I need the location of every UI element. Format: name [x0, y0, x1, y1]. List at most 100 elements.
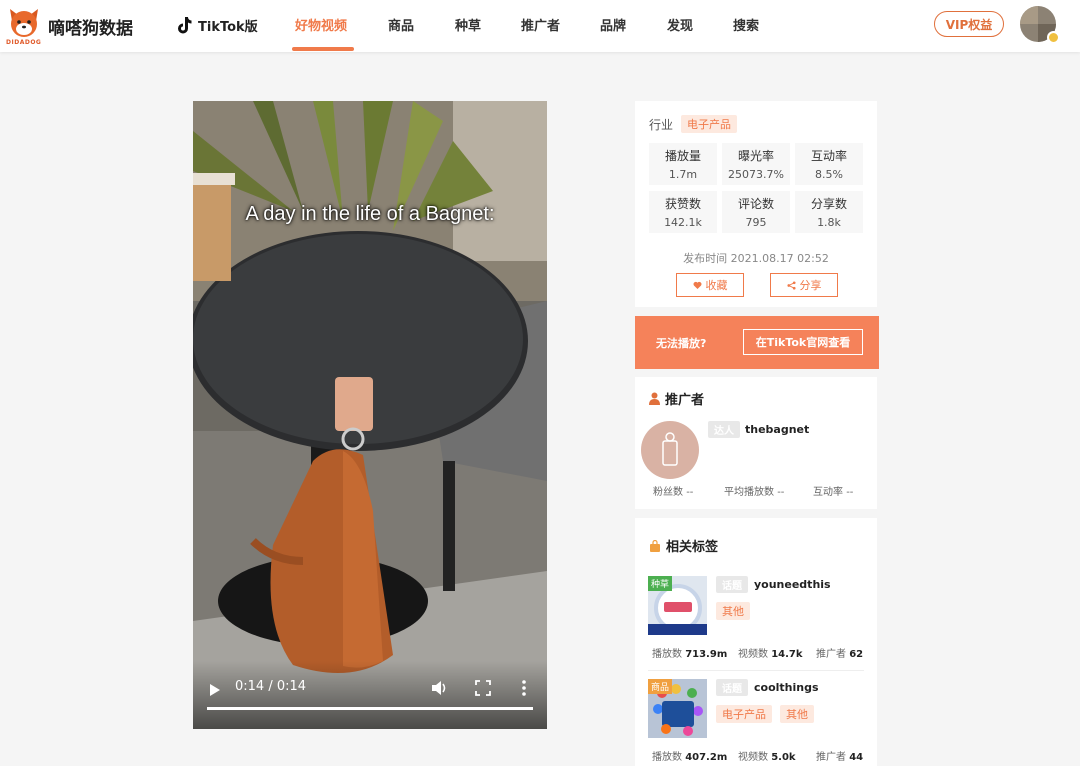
- share-icon: [786, 280, 796, 290]
- tag-category[interactable]: 其他: [716, 602, 750, 620]
- thumb-category-label: 商品: [648, 679, 673, 694]
- stat-value: 1.7m: [668, 168, 698, 181]
- video-progress-bar[interactable]: [207, 707, 533, 710]
- person-icon: [649, 392, 660, 405]
- tag-item-youneedthis[interactable]: 种草 话题 youneedthis 其他 播放数 713.9m 视频数 14.7…: [648, 576, 870, 662]
- stat-label: 互动率: [810, 149, 847, 163]
- logo-subtitle: DIDADOG: [6, 39, 42, 46]
- promoters-metric: 推广者 62: [816, 645, 863, 660]
- stat-plays: 播放量 1.7m: [649, 143, 717, 185]
- tag-thumbnail[interactable]: 种草: [648, 576, 707, 635]
- nav-tiktok-version[interactable]: TikTok版: [176, 13, 258, 37]
- plays-metric: 播放数 713.9m: [652, 645, 727, 660]
- tags-section-title: 相关标签: [649, 536, 718, 555]
- bag-product-icon: [662, 432, 678, 466]
- tag-name[interactable]: youneedthis: [754, 578, 831, 591]
- videos-value: 14.7k: [771, 649, 803, 660]
- fullscreen-icon[interactable]: [475, 680, 491, 696]
- tag-category[interactable]: 其他: [780, 705, 814, 723]
- cannot-play-banner: 无法播放? 在TikTok官网查看: [635, 316, 879, 369]
- tag-item-coolthings[interactable]: 商品 话题 coolthings 电子产品 其他 播放数 407.2m 视频数 …: [648, 679, 870, 765]
- publish-time: 发布时间 2021.08.17 02:52: [683, 252, 829, 265]
- videos-value: 5.0k: [771, 752, 796, 763]
- promoter-name-row: 达人 thebagnet: [708, 421, 809, 438]
- nav-item-brands[interactable]: 品牌: [600, 15, 626, 34]
- favorite-button[interactable]: 收藏: [676, 273, 744, 297]
- share-button[interactable]: 分享: [770, 273, 838, 297]
- action-buttons: 收藏 分享: [676, 273, 838, 297]
- tiktok-icon: [178, 17, 192, 34]
- tag-type-chip: 话题: [716, 679, 748, 696]
- stat-value: 25073.7%: [728, 168, 784, 181]
- stat-value: 1.8k: [817, 216, 841, 229]
- promoters-label: 推广者: [816, 649, 846, 660]
- video-time: 0:14 / 0:14: [235, 679, 307, 694]
- stat-grid: 播放量 1.7m 曝光率 25073.7% 互动率 8.5% 获赞数 142.1k 评论…: [649, 143, 863, 233]
- fans-label: 粉丝数: [653, 487, 683, 498]
- play-icon[interactable]: [207, 681, 223, 697]
- industry-label: 行业: [649, 117, 674, 132]
- promoters-metric: 推广者 44: [816, 748, 863, 763]
- industry-row: 行业 电子产品: [649, 115, 738, 133]
- stat-exposure: 曝光率 25073.7%: [722, 143, 790, 185]
- dog-mascot-icon: [10, 9, 38, 37]
- stat-value: 8.5%: [815, 168, 843, 181]
- cannot-play-text: 无法播放?: [656, 337, 707, 350]
- promoter-section-title: 推广者: [649, 389, 704, 408]
- industry-tag[interactable]: 电子产品: [681, 115, 738, 133]
- tag-name-row: 话题 youneedthis: [716, 576, 831, 593]
- nav-item-products[interactable]: 商品: [388, 15, 414, 34]
- stat-comments: 评论数 795: [722, 191, 790, 233]
- promoter-name[interactable]: thebagnet: [745, 423, 809, 436]
- stat-shares: 分享数 1.8k: [795, 191, 863, 233]
- stat-value: 142.1k: [664, 216, 702, 229]
- nav-item-promoters[interactable]: 推广者: [521, 15, 560, 34]
- video-stats-card: 行业 电子产品 播放量 1.7m 曝光率 25073.7% 互动率 8.5% 获赞数 1…: [635, 101, 877, 307]
- video-controls: 0:14 / 0:14: [193, 661, 547, 729]
- more-options-icon[interactable]: [519, 679, 529, 697]
- stat-label: 评论数: [737, 197, 774, 211]
- favorite-label: 收藏: [705, 279, 728, 292]
- avg-play-label: 平均播放数: [724, 487, 774, 498]
- stat-label: 获赞数: [664, 197, 701, 211]
- stat-label: 分享数: [810, 197, 847, 211]
- nav-item-good-videos[interactable]: 好物视频: [295, 15, 347, 34]
- video-player[interactable]: A day in the life of a Bagnet: 0:14 / 0:…: [193, 101, 547, 729]
- avg-play-stat: 平均播放数 --: [724, 483, 784, 498]
- nav-item-search[interactable]: 搜索: [733, 15, 759, 34]
- logo[interactable]: DIDADOG 嘀嗒狗数据: [6, 5, 142, 47]
- videos-metric: 视频数 14.7k: [738, 645, 803, 660]
- divider: [648, 670, 864, 671]
- stat-value: 795: [745, 216, 767, 229]
- vip-badge-icon: [1047, 31, 1060, 44]
- promoter-card: 推广者 达人 thebagnet 粉丝数 -- 平均播放数 -- 互动率 --: [635, 377, 877, 509]
- volume-icon[interactable]: [431, 680, 449, 696]
- active-nav-indicator: [292, 47, 354, 51]
- tag-name[interactable]: coolthings: [754, 681, 819, 694]
- videos-label: 视频数: [738, 752, 768, 763]
- view-on-tiktok-button[interactable]: 在TikTok官网查看: [743, 329, 863, 355]
- stat-likes: 获赞数 142.1k: [649, 191, 717, 233]
- fans-value: --: [686, 487, 694, 498]
- promoter-title: 推广者: [665, 393, 705, 408]
- videos-metric: 视频数 5.0k: [738, 748, 796, 763]
- interaction-label: 互动率: [813, 487, 843, 498]
- promoter-avatar[interactable]: [641, 421, 699, 479]
- plays-metric: 播放数 407.2m: [652, 748, 727, 763]
- nav-item-discover[interactable]: 发现: [667, 15, 693, 34]
- plays-label: 播放数: [652, 649, 682, 660]
- nav-item-seeding[interactable]: 种草: [455, 15, 481, 34]
- tag-type-chip: 话题: [716, 576, 748, 593]
- related-tags-card: 相关标签 种草 话题 youneedthis 其他 播放数 713.9m 视频数…: [635, 518, 877, 766]
- tag-category[interactable]: 电子产品: [716, 705, 772, 723]
- avg-play-value: --: [777, 487, 785, 498]
- top-header: DIDADOG 嘀嗒狗数据 TikTok版 好物视频 商品 种草 推广者 品牌 …: [0, 0, 1080, 52]
- tag-name-row: 话题 coolthings: [716, 679, 819, 696]
- plays-value: 407.2m: [685, 752, 728, 763]
- tag-thumbnail[interactable]: 商品: [648, 679, 707, 738]
- video-progress-fill: [207, 707, 533, 710]
- stat-label: 曝光率: [737, 149, 774, 163]
- vip-benefits-button[interactable]: VIP权益: [934, 11, 1004, 37]
- plays-value: 713.9m: [685, 649, 728, 660]
- interaction-value: --: [846, 487, 854, 498]
